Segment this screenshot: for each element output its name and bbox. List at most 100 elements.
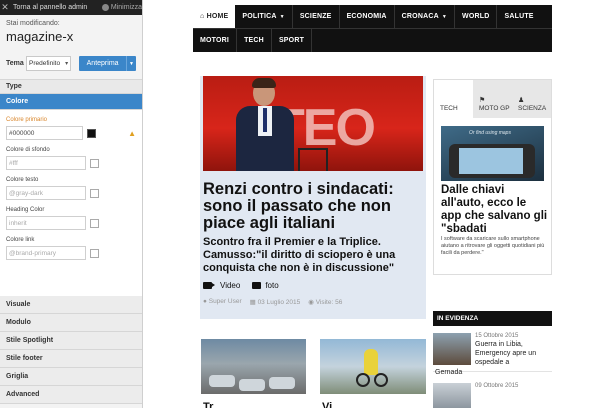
background-color-input[interactable]: #fff (6, 156, 86, 170)
primary-color-input[interactable]: #000000 (6, 126, 84, 140)
nav-label: HOME (206, 13, 229, 20)
person-hair (252, 78, 276, 88)
article-title-cut[interactable]: Tr (203, 401, 213, 408)
date-meta: ▦ 03 Luglio 2015 (250, 298, 301, 306)
author-meta: ● Super User (203, 298, 242, 306)
wheel-shape (374, 373, 388, 387)
minimize-label: Minimizza (110, 4, 142, 11)
back-to-admin-link[interactable]: Torna al pannello admin (10, 4, 100, 11)
nav-label: TECH (244, 36, 264, 44)
minimize-button[interactable]: Minimizza (100, 4, 142, 11)
tab-scienza[interactable]: ♟ SCIENZA (512, 80, 551, 118)
field-heading-color: Heading Color inherit (6, 207, 136, 230)
tab-article-image[interactable]: Or find using maps (441, 126, 544, 181)
widget-tabs: TECH ⚑ MOTO GP ♟ SCIENZA (434, 80, 551, 118)
tab-label-row: TECH (440, 105, 473, 112)
item-title[interactable]: Guerra in Libia, Emergency apre un osped… (475, 340, 552, 367)
color-swatch[interactable] (87, 128, 97, 138)
nav-label: POLITICA (242, 13, 277, 20)
section-advanced[interactable]: Advanced (0, 386, 142, 404)
photo-link[interactable]: foto (265, 281, 278, 290)
nav-item-cronaca[interactable]: CRONACA ▼ (395, 5, 456, 28)
views-meta: ◉ Visite: 56 (308, 298, 342, 306)
heading-color-input[interactable]: inherit (6, 216, 86, 230)
tab-label: TECH (440, 105, 458, 112)
nav-label: MOTORI (200, 36, 230, 44)
minimize-icon (102, 4, 109, 11)
nav-item-home[interactable]: ⌂ HOME (193, 5, 236, 28)
section-stile-footer[interactable]: Stile footer (0, 350, 142, 368)
section-griglia[interactable]: Griglia (0, 368, 142, 386)
nav-item-world[interactable]: WORLD (455, 5, 498, 28)
panel-topbar: ✕ Torna al pannello admin Minimizza (0, 0, 142, 15)
in-evidenza-widget: IN EVIDENZA 15 Ottobre 2015 Guerra in Li… (433, 311, 552, 408)
theme-select-value: Predefinito (29, 60, 61, 67)
nav-label: SCIENZE (299, 13, 332, 20)
thumbnail[interactable] (433, 333, 471, 365)
view-count: Visite: 56 (315, 299, 343, 306)
nav-item-politica[interactable]: POLITICA ▼ (235, 5, 293, 28)
tab-article-title[interactable]: Dalle chiavi all'auto, ecco le app che s… (441, 184, 549, 236)
cyclist-shape (364, 349, 378, 375)
nav-item-motori[interactable]: MOTORI (193, 28, 238, 52)
video-link[interactable]: Video (220, 281, 240, 290)
section-type[interactable]: Type (0, 79, 142, 94)
thumbnail[interactable] (433, 383, 471, 408)
field-text-color: Colore testo @gray-dark (6, 177, 136, 200)
section-list: Visuale Modulo Stile Spotlight Stile foo… (0, 296, 142, 404)
nav-label: SPORT (278, 36, 305, 44)
preview-button[interactable]: Anteprima ▼ (79, 56, 136, 71)
calendar-icon: ▦ (249, 299, 258, 306)
section-stile-spotlight[interactable]: Stile Spotlight (0, 332, 142, 350)
theme-label: Tema (6, 60, 24, 67)
tab-label: MOTO GP (479, 105, 510, 112)
color-fields: Colore primario #000000 ▲ Colore di sfon… (0, 110, 142, 296)
eye-icon: ◉ (308, 299, 316, 306)
field-link-color: Colore link @brand-primary (6, 237, 136, 260)
section-visuale[interactable]: Visuale (0, 296, 142, 314)
article-meta: ● Super User ▦ 03 Luglio 2015 ◉ Visite: … (203, 298, 342, 306)
preview-dropdown-icon[interactable]: ▼ (126, 56, 136, 71)
car-shape (269, 377, 295, 389)
text-color-input[interactable]: @gray-dark (6, 186, 86, 200)
publish-date: 03 Luglio 2015 (257, 299, 301, 306)
article-image-cars[interactable] (201, 339, 306, 394)
tab-article-text: I software da scaricare sullo smartphone… (441, 236, 545, 256)
nav-item-sport[interactable]: SPORT (272, 28, 313, 52)
article-image-cyclist[interactable] (320, 339, 426, 394)
tab-label: SCIENZA (518, 105, 547, 112)
featured-title[interactable]: Renzi contro i sindacati: sono il passat… (203, 181, 425, 232)
tab-moto-gp[interactable]: ⚑ MOTO GP (473, 80, 512, 118)
featured-image[interactable]: TEO (203, 76, 423, 171)
featured-article[interactable]: TEO Renzi contro i sindacati: sono il pa… (200, 76, 426, 319)
nav-item-scienze[interactable]: SCIENZE (293, 5, 340, 28)
tabbed-widget: TECH ⚑ MOTO GP ♟ SCIENZA Or find using m… (433, 79, 552, 275)
tab-tech[interactable]: TECH (434, 80, 473, 118)
nav-label: SALUTE (504, 13, 534, 20)
field-label: Colore primario (6, 117, 48, 123)
in-evidenza-heading: IN EVIDENZA (433, 311, 552, 326)
media-links: Video foto (203, 281, 279, 290)
link-color-input[interactable]: @brand-primary (6, 246, 86, 260)
list-item[interactable]: 09 Ottobre 2015 (433, 376, 552, 408)
color-swatch[interactable] (90, 248, 99, 258)
editing-label: Stai modificando: (6, 20, 60, 27)
nav-item-economia[interactable]: ECONOMIA (340, 5, 395, 28)
article-title-cut[interactable]: Vi (322, 401, 332, 408)
section-colore[interactable]: Colore (0, 94, 142, 110)
color-swatch[interactable] (90, 218, 99, 228)
site-info: Stai modificando: magazine-x (0, 15, 142, 44)
list-item[interactable]: 15 Ottobre 2015 Guerra in Libia, Emergen… (433, 326, 552, 372)
color-swatch[interactable] (90, 158, 99, 168)
close-icon[interactable]: ✕ (0, 0, 10, 15)
nav-label: CRONACA (401, 13, 439, 20)
chair-shape (298, 148, 328, 171)
warning-icon: ▲ (128, 128, 136, 138)
theme-select[interactable]: Predefinito ▾ (26, 56, 72, 71)
item-date: 09 Ottobre 2015 (475, 383, 519, 389)
section-modulo[interactable]: Modulo (0, 314, 142, 332)
image-caption: Or find using maps (469, 130, 511, 136)
nav-item-salute[interactable]: SALUTE (497, 5, 540, 28)
nav-item-tech[interactable]: TECH (237, 28, 272, 52)
color-swatch[interactable] (90, 188, 99, 198)
